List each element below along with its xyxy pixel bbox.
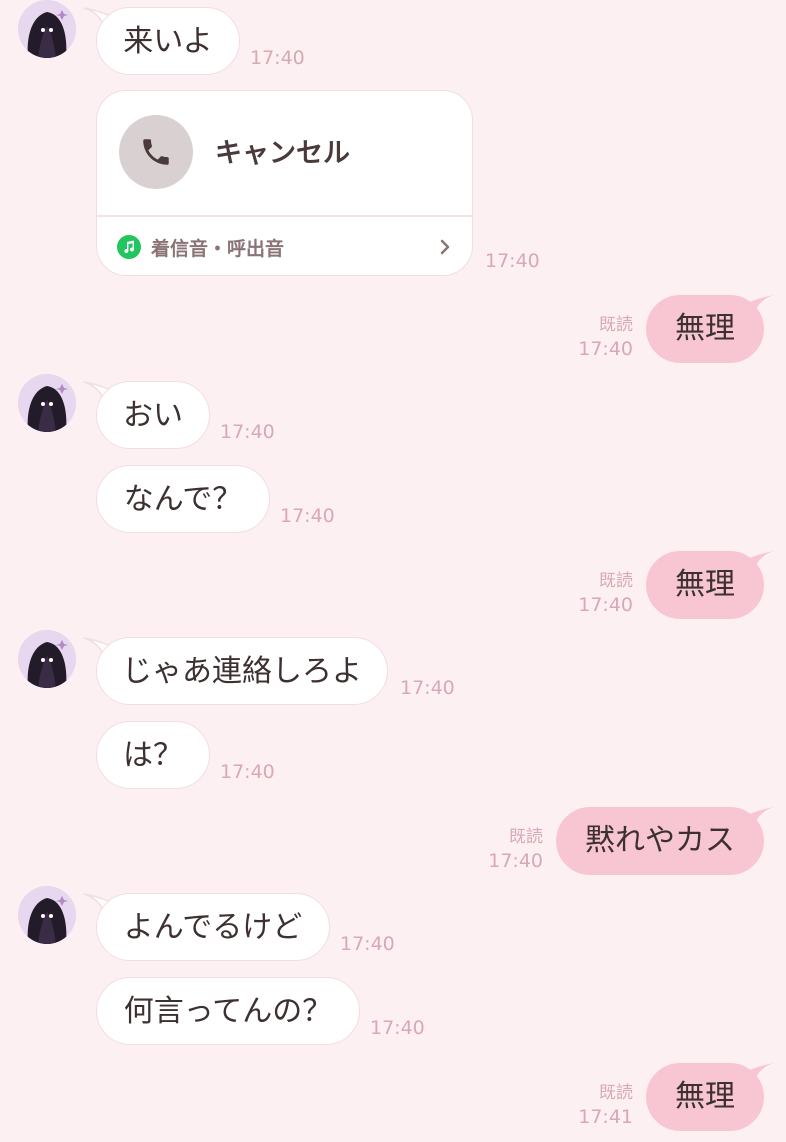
music-note-icon [117,235,141,259]
chevron-right-icon [440,239,450,259]
read-receipt: 既読 17:40 [578,313,633,361]
bubble-tail [742,293,776,315]
ringtone-label: 着信音・呼出音 [151,238,285,260]
bubble-tail [742,549,776,571]
message-time: 17:40 [340,933,395,955]
message-time: 17:40 [485,250,540,272]
avatar[interactable] [18,374,76,432]
call-card[interactable]: キャンセル 着信音・呼出音 [96,90,473,276]
avatar[interactable] [18,0,76,58]
message-time: 17:40 [578,338,633,360]
message-time: 17:40 [578,594,633,616]
message-time: 17:41 [578,1106,633,1128]
read-label: 既読 [509,827,543,847]
call-status: キャンセル [215,138,350,169]
avatar[interactable] [18,630,76,688]
read-receipt: 既読 17:41 [578,1081,633,1129]
message-time: 17:40 [370,1017,425,1039]
avatar[interactable] [18,886,76,944]
message-time: 17:40 [250,47,305,69]
message-time: 17:40 [220,761,275,783]
message-time: 17:40 [400,677,455,699]
chat-area: 来いよ 17:40 キャンセル 着信音・呼出音 17:40 既読 17:40 無… [0,0,786,1142]
read-label: 既読 [599,315,633,335]
message-bubble[interactable]: 黙れやカス [556,807,764,875]
bubble-tail [742,805,776,827]
bubble-tail [742,1061,776,1083]
read-label: 既読 [599,1083,633,1103]
message-time: 17:40 [220,421,275,443]
ringtone-link[interactable]: 着信音・呼出音 [97,217,472,275]
read-receipt: 既読 17:40 [578,569,633,617]
message-time: 17:40 [280,505,335,527]
message-bubble[interactable]: なんで？ [96,465,270,533]
message-bubble[interactable]: 何言ってんの？ [96,977,360,1045]
message-bubble[interactable]: は？ [96,721,210,789]
message-bubble[interactable]: おい [96,381,210,449]
read-label: 既読 [599,571,633,591]
message-bubble[interactable]: 来いよ [96,7,240,75]
message-time: 17:40 [488,850,543,872]
call-card-main[interactable]: キャンセル [97,91,472,215]
message-bubble[interactable]: じゃあ連絡しろよ [96,637,388,705]
message-bubble[interactable]: よんでるけど [96,893,330,961]
read-receipt: 既読 17:40 [488,825,543,873]
phone-icon [119,115,193,189]
